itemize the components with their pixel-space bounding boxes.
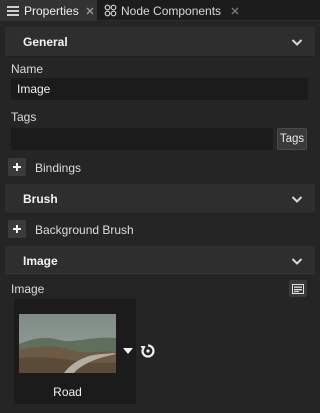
- section-general[interactable]: General: [5, 27, 315, 57]
- section-title: Brush: [23, 191, 58, 206]
- background-brush-label: Background Brush: [35, 223, 134, 237]
- name-label: Name: [11, 62, 44, 76]
- close-icon[interactable]: [85, 6, 95, 16]
- image-thumbnail: [19, 314, 116, 373]
- reset-icon[interactable]: [140, 343, 156, 359]
- tab-node-components[interactable]: Node Components: [99, 0, 244, 21]
- dropdown-arrow-icon[interactable]: [123, 347, 133, 355]
- tab-properties[interactable]: Properties: [0, 0, 97, 21]
- close-icon[interactable]: [230, 6, 240, 16]
- section-title: Image: [23, 253, 58, 268]
- tab-label: Properties: [24, 3, 79, 18]
- list-icon: [6, 4, 20, 18]
- section-title: General: [23, 34, 68, 49]
- image-asset-name: Road: [53, 385, 82, 399]
- tags-field[interactable]: [11, 128, 273, 150]
- bindings-label: Bindings: [35, 161, 82, 175]
- tab-bar: Properties Node Components: [0, 0, 320, 21]
- plus-icon: [13, 225, 21, 233]
- image-asset-picker[interactable]: Road: [14, 299, 136, 404]
- name-field[interactable]: Image: [11, 78, 308, 100]
- plus-icon: [13, 163, 21, 171]
- section-brush[interactable]: Brush: [5, 184, 315, 214]
- chevron-down-icon[interactable]: [291, 193, 303, 205]
- section-image[interactable]: Image: [5, 246, 315, 276]
- image-property-label: Image: [11, 282, 45, 296]
- add-background-brush-button[interactable]: [8, 220, 26, 238]
- node-components-icon: [103, 4, 117, 18]
- name-value: Image: [17, 82, 51, 96]
- tags-button[interactable]: Tags: [277, 128, 307, 150]
- chevron-down-icon[interactable]: [291, 255, 303, 267]
- add-binding-button[interactable]: [8, 158, 26, 176]
- browse-asset-button[interactable]: [289, 280, 307, 297]
- tab-label: Node Components: [121, 3, 222, 18]
- asset-browser-icon: [292, 283, 304, 294]
- chevron-down-icon[interactable]: [291, 36, 303, 48]
- tags-label: Tags: [11, 110, 37, 124]
